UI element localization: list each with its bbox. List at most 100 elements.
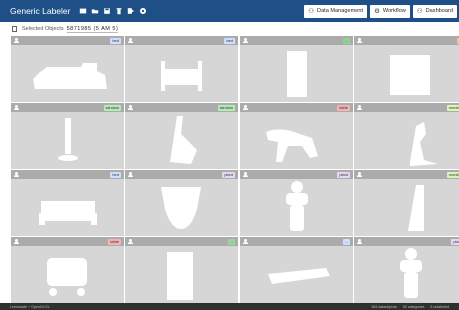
object-mask-image (58, 118, 78, 161)
status-dataobjects: 653 dataobjects (371, 304, 397, 309)
image-tile[interactable]: window (11, 103, 124, 169)
category-badge[interactable]: bed (110, 37, 121, 44)
object-mask-image (161, 187, 201, 229)
tile-header: plant (354, 237, 459, 246)
object-mask-image (390, 55, 430, 95)
category-badge[interactable]: plant (222, 171, 235, 178)
top-nav: ⚇ Data Management ⚙ Workflow ⚇ Dashboard (304, 4, 459, 18)
image-tile[interactable]: monitor (354, 170, 459, 236)
user-icon (14, 38, 20, 43)
selection-count[interactable]: 5871985 (5 AM 5) (66, 26, 119, 33)
image-tile[interactable]: plant (240, 170, 353, 236)
gear-icon[interactable] (138, 7, 147, 16)
image-tile[interactable]: monitor (354, 103, 459, 169)
object-mask-image (287, 51, 307, 97)
folder-icon[interactable] (90, 7, 99, 16)
top-bar: Generic Labeler ⚇ Data Management ⚙ Work… (0, 0, 459, 22)
object-mask-image (266, 129, 318, 162)
object-mask-image (33, 63, 107, 89)
image-tile[interactable]: ... (240, 36, 353, 102)
image-tile[interactable]: bed (125, 36, 238, 102)
users-icon: ⚇ (308, 8, 315, 15)
image-tile[interactable]: ... (240, 237, 353, 303)
status-bar: Lemonade + OpenGL/CL 653 dataobjects 52 … (0, 303, 459, 310)
user-icon (243, 239, 249, 244)
category-badge[interactable]: table (337, 104, 350, 111)
status-left: Lemonade + OpenGL/CL (10, 304, 51, 309)
app-title: Generic Labeler (10, 6, 71, 16)
image-tile[interactable]: table (240, 103, 353, 169)
user-icon (128, 172, 134, 177)
image-grid: bed bed...... window window table monitor bed p… (11, 36, 459, 303)
user-icon (14, 239, 20, 244)
user-icon (243, 172, 249, 177)
tile-header: bed (11, 170, 124, 179)
selection-bar: Selected Objects 5871985 (5 AM 5) (0, 22, 459, 36)
image-tile[interactable]: bed (11, 170, 124, 236)
image-tile[interactable]: ... (354, 36, 459, 102)
category-badge[interactable]: plant (451, 238, 459, 245)
user-icon (14, 172, 20, 177)
nav-dashboard[interactable]: ⚇ Dashboard (412, 4, 457, 18)
tile-header: ... (240, 237, 353, 246)
tile-header: table (240, 103, 353, 112)
user-icon (357, 239, 363, 244)
tile-header: bed (125, 36, 238, 45)
object-mask-image (400, 248, 422, 298)
tile-header: monitor (354, 103, 459, 112)
object-mask-image (47, 258, 87, 296)
object-mask-image (170, 116, 197, 164)
category-badge[interactable]: monitor (446, 171, 459, 178)
category-badge[interactable]: window (217, 104, 235, 111)
category-badge[interactable]: plant (337, 171, 350, 178)
user-icon (128, 105, 134, 110)
tile-header: window (125, 103, 238, 112)
object-mask-image (286, 181, 308, 231)
object-mask-image (39, 201, 97, 225)
tile-header: ... (354, 36, 459, 45)
user-icon (128, 38, 134, 43)
user-icon (243, 105, 249, 110)
user-icon (357, 38, 363, 43)
category-badge[interactable]: monitor (446, 104, 459, 111)
users-icon: ⚇ (416, 8, 423, 15)
selection-label: Selected Objects (22, 26, 64, 32)
tile-header: ... (125, 237, 238, 246)
category-badge[interactable]: bed (224, 37, 235, 44)
object-mask-image (408, 185, 424, 231)
tile-header: table (11, 237, 124, 246)
tile-header: plant (125, 170, 238, 179)
object-mask-image (167, 252, 193, 300)
nav-label: Workflow (382, 8, 406, 14)
category-badge[interactable]: bed (110, 171, 121, 178)
tile-header: monitor (354, 170, 459, 179)
document-icon (12, 26, 17, 32)
object-mask-image (410, 122, 438, 166)
save-icon[interactable] (102, 7, 111, 16)
image-tile[interactable]: bed (11, 36, 124, 102)
category-badge[interactable]: window (103, 104, 121, 111)
nav-label: Dashboard (425, 8, 453, 14)
tile-header: window (11, 103, 124, 112)
export-icon[interactable] (126, 7, 135, 16)
image-tile[interactable]: plant (125, 170, 238, 236)
image-tile[interactable]: ... (125, 237, 238, 303)
nav-workflow[interactable]: ⚙ Workflow (370, 4, 410, 18)
user-icon (357, 172, 363, 177)
gears-icon: ⚙ (374, 8, 380, 15)
image-tile[interactable]: plant (354, 237, 459, 303)
tile-header: plant (240, 170, 353, 179)
nav-label: Data Management (317, 8, 364, 14)
image-tile[interactable]: window (125, 103, 238, 169)
category-badge[interactable]: ... (342, 37, 350, 44)
monitor-icon[interactable] (78, 7, 87, 16)
category-badge[interactable]: ... (227, 238, 235, 245)
tile-header: bed (11, 36, 124, 45)
user-icon (14, 105, 20, 110)
category-badge[interactable]: table (108, 238, 121, 245)
trash-icon[interactable] (114, 7, 123, 16)
nav-data-management[interactable]: ⚇ Data Management (304, 4, 368, 18)
image-tile[interactable]: table (11, 237, 124, 303)
category-badge[interactable]: ... (342, 238, 350, 245)
tile-header: ... (240, 36, 353, 45)
